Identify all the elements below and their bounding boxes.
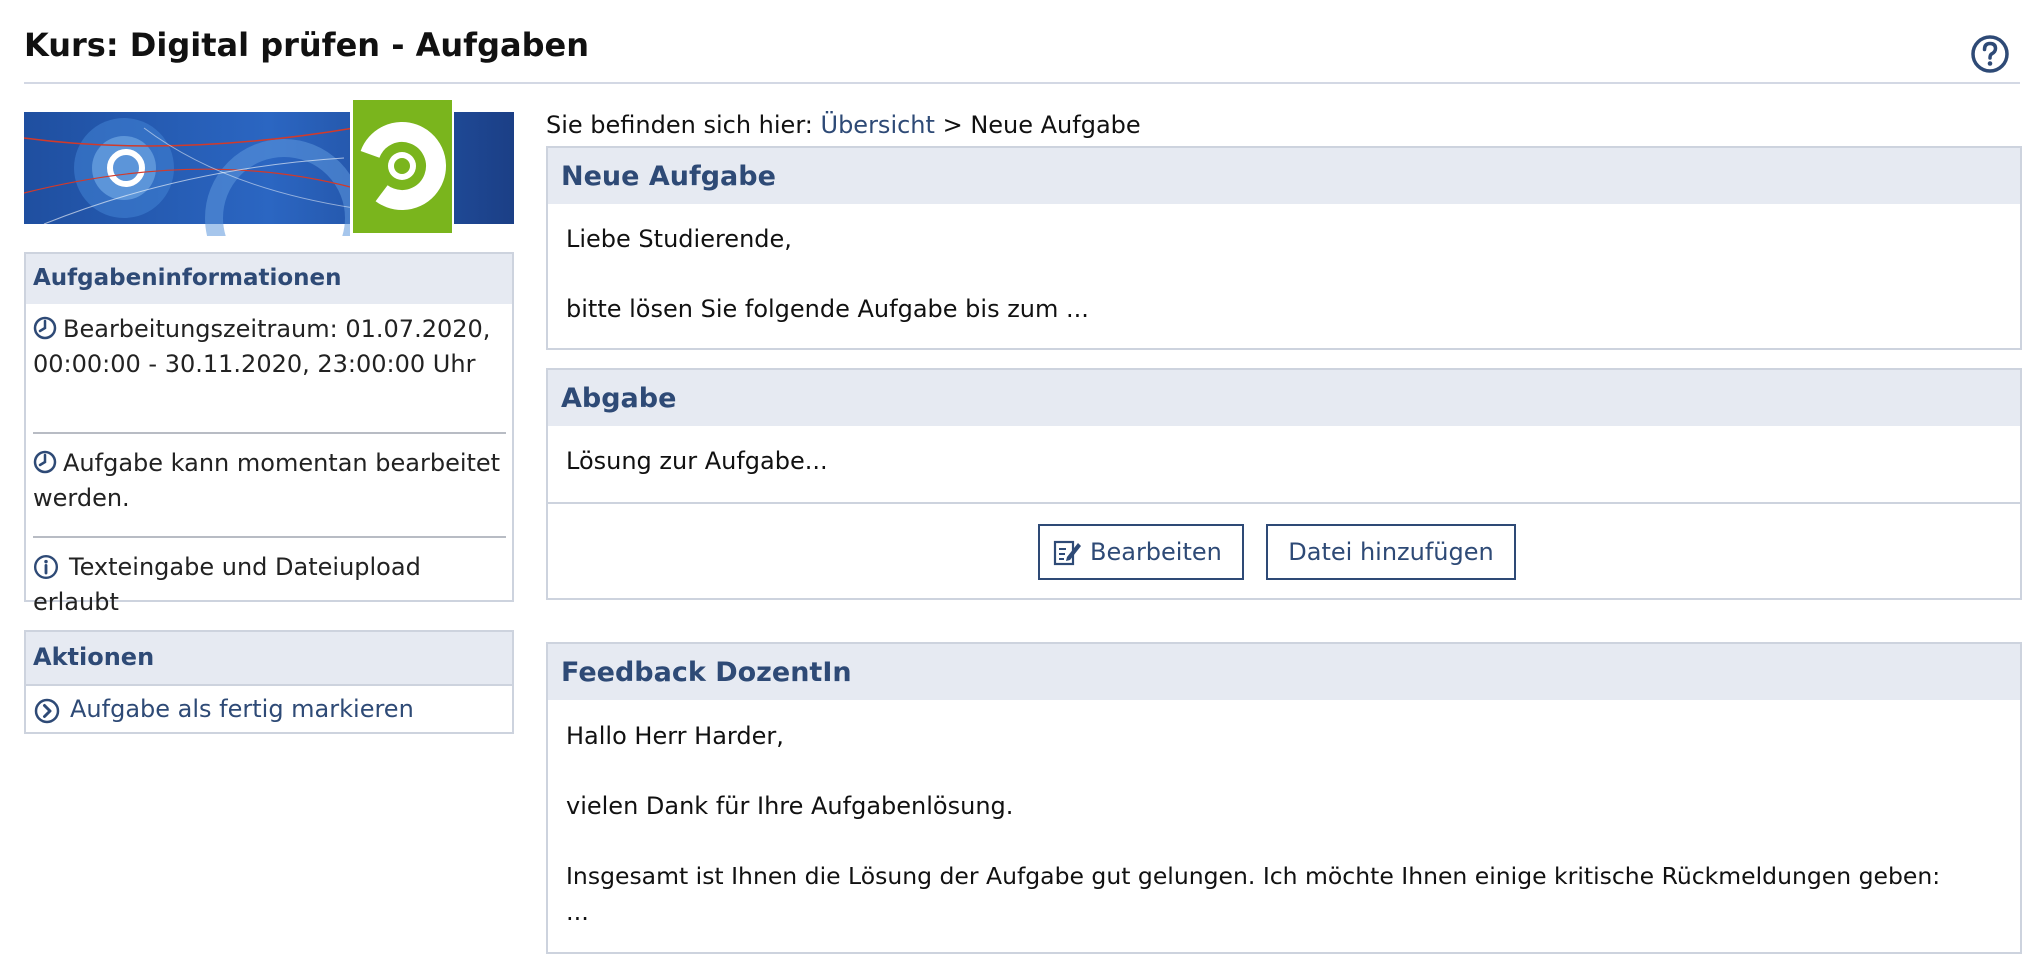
clock-icon [33,316,57,340]
info-item-input-types: Texteingabe und Dateiupload erlaubt [26,538,512,620]
feedback-body: Hallo Herr Harder, vielen Dank für Ihre … [548,700,2020,930]
feedback-line: Hallo Herr Harder, [566,722,784,750]
edit-submission-label: Bearbeiten [1090,538,1222,566]
task-info-title: Aufgabeninformationen [26,254,512,304]
feedback-line: vielen Dank für Ihre Aufgabenlösung. [566,792,1014,820]
add-file-button[interactable]: Datei hinzufügen [1266,524,1516,580]
feedback-title: Feedback DozentIn [548,644,2020,700]
breadcrumb-current: Neue Aufgabe [970,111,1141,139]
info-item-period: Bearbeitungszeitraum: 01.07.2020, 00:00:… [26,304,512,432]
breadcrumb-prefix: Sie befinden sich hier: [546,111,813,139]
submission-panel: Abgabe Lösung zur Aufgabe... Bearbeiten … [546,368,2022,600]
mark-task-done-label: Aufgabe als fertig markieren [70,695,414,723]
submission-text: Lösung zur Aufgabe... [566,447,828,475]
info-item-status: Aufgabe kann momentan bearbeitet werden. [26,434,512,536]
course-banner-image [24,98,514,236]
chevron-circle-right-icon [34,698,60,724]
feedback-line: ... [566,898,589,926]
task-description-body: Liebe Studierende, bitte lösen Sie folge… [548,204,2020,324]
task-description-line: bitte lösen Sie folgende Aufgabe bis zum… [566,295,1089,323]
mark-task-done-link[interactable]: Aufgabe als fertig markieren [26,686,512,734]
clock-icon [33,450,57,474]
info-icon [33,554,59,580]
info-text-status: Aufgabe kann momentan bearbeitet werden. [33,449,501,512]
submission-title: Abgabe [548,370,2020,426]
breadcrumb-link-overview[interactable]: Übersicht [821,111,935,139]
breadcrumb-separator: > [942,111,963,139]
task-description-title: Neue Aufgabe [548,148,2020,204]
submission-button-row: Bearbeiten Datei hinzufügen [548,502,2020,598]
title-divider [24,82,2020,84]
feedback-line: Insgesamt ist Ihnen die Lösung der Aufga… [566,862,1941,890]
help-circle-icon[interactable] [1970,34,2010,74]
edit-icon [1053,540,1081,566]
feedback-panel: Feedback DozentIn Hallo Herr Harder, vie… [546,642,2022,954]
edit-submission-button[interactable]: Bearbeiten [1038,524,1244,580]
breadcrumb: Sie befinden sich hier: Übersicht > Neue… [546,111,1141,139]
actions-box: Aktionen Aufgabe als fertig markieren [24,630,514,734]
add-file-label: Datei hinzufügen [1288,538,1494,566]
task-description-panel: Neue Aufgabe Liebe Studierende, bitte lö… [546,146,2022,350]
task-info-box: Aufgabeninformationen Bearbeitungszeitra… [24,252,514,616]
task-description-line: Liebe Studierende, [566,225,792,253]
page-title: Kurs: Digital prüfen - Aufgaben [24,26,589,64]
actions-title: Aktionen [26,632,512,684]
info-text-input-types: Texteingabe und Dateiupload erlaubt [33,553,421,616]
info-text-period: Bearbeitungszeitraum: 01.07.2020, 00:00:… [33,315,491,378]
